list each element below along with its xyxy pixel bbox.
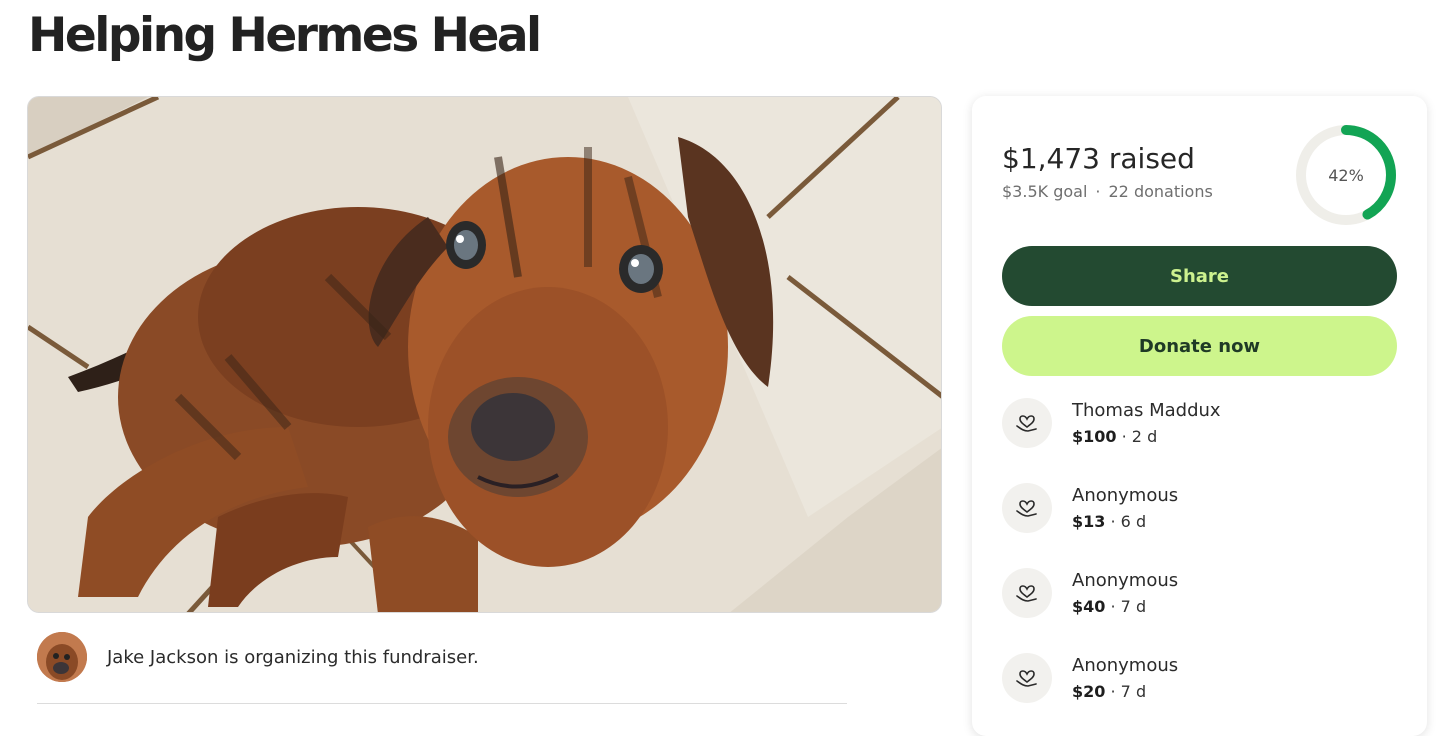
donation-card: $1,473 raised $3.5K goal · 22 donations 42… — [972, 96, 1427, 736]
donation-time: · 2 d — [1121, 427, 1158, 446]
donation-item: Thomas Maddux $100 · 2 d — [1002, 398, 1221, 448]
donation-amount: $20 — [1072, 682, 1106, 701]
donor-name: Anonymous — [1072, 570, 1179, 591]
donation-item: Anonymous $20 · 7 d — [1002, 653, 1178, 703]
donate-now-button[interactable]: Donate now — [1002, 316, 1397, 376]
organizer-text: Jake Jackson is organizing this fundrais… — [107, 646, 479, 668]
heart-in-hand-icon — [1002, 568, 1052, 618]
avatar-image — [37, 632, 87, 682]
stats-separator: · — [1095, 182, 1101, 201]
donation-time: · 6 d — [1110, 512, 1147, 531]
raised-amount: $1,473 raised — [1002, 142, 1195, 175]
donation-item: Anonymous $13 · 6 d — [1002, 483, 1178, 533]
donor-name: Thomas Maddux — [1072, 400, 1221, 421]
goal-amount: $3.5K goal — [1002, 182, 1088, 201]
donation-time: · 7 d — [1110, 597, 1147, 616]
section-divider — [37, 703, 847, 704]
page-title: Helping Hermes Heal — [28, 8, 542, 63]
heart-in-hand-icon — [1002, 398, 1052, 448]
donation-amount: $40 — [1072, 597, 1106, 616]
heart-in-hand-icon — [1002, 653, 1052, 703]
donation-item: Anonymous $40 · 7 d — [1002, 568, 1178, 618]
donation-count: 22 donations — [1108, 182, 1213, 201]
share-button[interactable]: Share — [1002, 246, 1397, 306]
organizer-row: Jake Jackson is organizing this fundrais… — [37, 632, 479, 682]
progress-percent: 42% — [1328, 165, 1364, 185]
heart-in-hand-icon — [1002, 483, 1052, 533]
donation-time: · 7 d — [1110, 682, 1147, 701]
goal-stats: $3.5K goal · 22 donations — [1002, 182, 1213, 201]
donation-amount: $13 — [1072, 512, 1106, 531]
donor-name: Anonymous — [1072, 485, 1179, 506]
donor-name: Anonymous — [1072, 655, 1179, 676]
donation-amount: $100 — [1072, 427, 1117, 446]
campaign-photo[interactable] — [27, 96, 942, 613]
organizer-avatar[interactable] — [37, 632, 87, 682]
dog-photo-illustration — [28, 97, 941, 612]
